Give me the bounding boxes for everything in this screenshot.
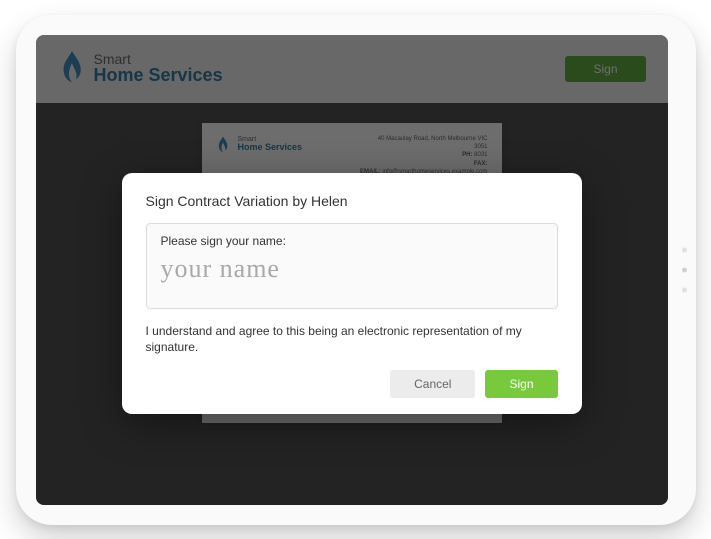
signature-input[interactable]: your name [161,256,543,292]
sign-button[interactable]: Sign [485,370,557,398]
consent-text: I understand and agree to this being an … [146,323,558,357]
cancel-button[interactable]: Cancel [390,370,475,398]
screen: Smart Home Services Sign [36,35,668,505]
modal-title: Sign Contract Variation by Helen [146,193,558,209]
signature-box: Please sign your name: your name [146,223,558,309]
signature-label: Please sign your name: [161,234,543,248]
modal-actions: Cancel Sign [146,370,558,398]
tablet-frame: Smart Home Services Sign [16,15,696,525]
sign-modal: Sign Contract Variation by Helen Please … [122,173,582,415]
